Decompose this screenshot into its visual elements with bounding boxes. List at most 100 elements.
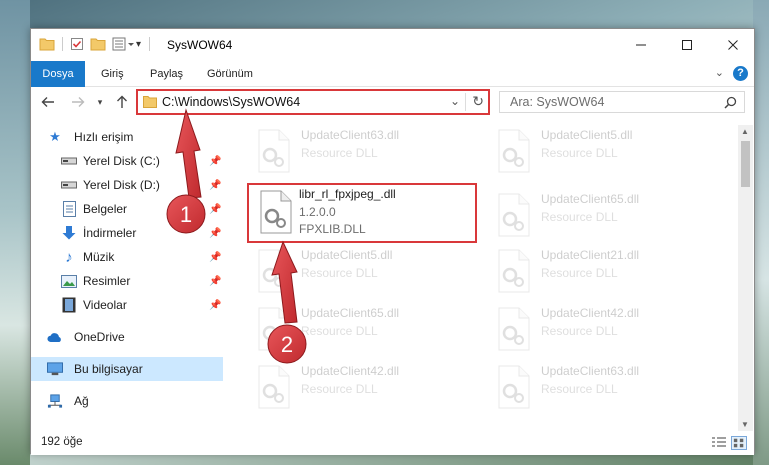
scroll-down-icon[interactable]: ▼ — [741, 420, 749, 429]
dll-file-icon — [498, 249, 530, 293]
pin-icon[interactable]: 📌 — [209, 300, 221, 311]
scrollbar-thumb[interactable] — [741, 141, 750, 187]
sidebar-item-label: Yerel Disk (C:) — [83, 154, 160, 168]
tiles-view-icon[interactable] — [731, 436, 747, 450]
search-box[interactable]: Ara: SysWOW64 — [499, 91, 745, 113]
sidebar-item-network[interactable]: Ağ — [31, 389, 223, 413]
details-view-icon[interactable] — [711, 436, 727, 450]
vertical-scrollbar[interactable]: ▲ ▼ — [738, 125, 753, 431]
forward-button[interactable] — [67, 91, 89, 113]
file-description: Resource DLL — [301, 382, 378, 396]
pin-icon[interactable]: 📌 — [209, 228, 221, 239]
file-description: Resource DLL — [541, 382, 618, 396]
arrow-right-icon — [72, 97, 85, 107]
close-button[interactable] — [710, 29, 756, 61]
desktop-background-right — [753, 0, 769, 465]
file-tile[interactable]: UpdateClient65.dll Resource DLL — [489, 189, 719, 249]
quick-access-dropdown-icon[interactable]: ▾ — [136, 39, 141, 50]
drive-icon — [61, 153, 77, 169]
back-button[interactable] — [37, 91, 59, 113]
sidebar-item-label: Bu bilgisayar — [74, 362, 143, 376]
file-description: Resource DLL — [301, 324, 378, 338]
address-path: C:\Windows\SysWOW64 — [162, 95, 301, 109]
navigation-pane: ★ Hızlı erişim Yerel Disk (C:) 📌 Yerel D… — [31, 125, 223, 425]
dll-file-icon — [258, 249, 290, 293]
properties-icon[interactable] — [70, 37, 84, 51]
pin-icon[interactable]: 📌 — [209, 156, 221, 167]
file-description: Resource DLL — [541, 266, 618, 280]
sidebar-item-label: Resimler — [83, 274, 131, 288]
help-icon[interactable]: ? — [733, 66, 748, 81]
file-name: UpdateClient21.dll — [541, 248, 640, 262]
sidebar-item-quick-access[interactable]: ★ Hızlı erişim — [31, 125, 223, 149]
file-tile-target-dll[interactable]: libr_rl_fpxjpeg_.dll 1.2.0.0 FPXLIB.DLL — [247, 183, 477, 243]
file-tile[interactable]: UpdateClient63.dll Resource DLL — [249, 125, 479, 185]
window-title: SysWOW64 — [167, 38, 233, 52]
scroll-up-icon[interactable]: ▲ — [741, 127, 749, 136]
sidebar-item-documents[interactable]: Belgeler 📌 — [31, 197, 223, 221]
file-tile[interactable]: UpdateClient21.dll Resource DLL — [489, 245, 719, 305]
pin-icon[interactable]: 📌 — [209, 204, 221, 215]
close-icon — [728, 40, 738, 50]
file-tile[interactable]: UpdateClient42.dll Resource DLL — [249, 361, 479, 421]
minimize-button[interactable] — [618, 29, 664, 61]
download-icon — [61, 225, 77, 241]
file-description: Resource DLL — [541, 146, 618, 160]
pictures-icon — [61, 273, 77, 289]
sidebar-item-label: Müzik — [83, 250, 115, 264]
file-description: FPXLIB.DLL — [299, 222, 366, 236]
search-icon[interactable] — [724, 96, 737, 109]
sidebar-item-this-pc[interactable]: Bu bilgisayar — [31, 357, 223, 381]
new-folder-icon[interactable] — [90, 37, 106, 51]
sidebar-item-pictures[interactable]: Resimler 📌 — [31, 269, 223, 293]
file-tile[interactable]: UpdateClient63.dll Resource DLL — [489, 361, 719, 421]
address-bar[interactable]: C:\Windows\SysWOW64 ⌄ ↻ — [136, 89, 490, 115]
pin-icon[interactable]: 📌 — [209, 252, 221, 263]
dll-file-icon — [258, 129, 290, 173]
expand-ribbon-icon[interactable]: ⌄ — [715, 66, 724, 79]
sidebar-item-label: İndirmeler — [83, 226, 137, 240]
network-icon — [47, 393, 63, 409]
explorer-window: ▾ SysWOW64 Dosya Giriş Paylaş Görünüm ⌄ … — [30, 28, 755, 455]
chevron-down-icon: ▾ — [97, 96, 103, 107]
pin-icon[interactable]: 📌 — [209, 276, 221, 287]
file-tile[interactable]: UpdateClient42.dll Resource DLL — [489, 303, 719, 363]
navigation-bar: ▾ C:\Windows\SysWOW64 ⌄ ↻ Ara: SysWOW64 — [31, 87, 754, 117]
refresh-icon[interactable]: ↻ — [472, 93, 484, 110]
dll-file-icon — [498, 193, 530, 237]
minimize-icon — [636, 44, 646, 46]
cloud-icon — [47, 329, 63, 345]
maximize-button[interactable] — [664, 29, 710, 61]
sidebar-item-label: OneDrive — [74, 330, 125, 344]
search-placeholder: Ara: SysWOW64 — [510, 95, 605, 109]
file-tile[interactable]: UpdateClient5.dll Resource DLL — [489, 125, 719, 185]
sidebar-item-downloads[interactable]: İndirmeler 📌 — [31, 221, 223, 245]
tab-share[interactable]: Paylaş — [150, 61, 183, 87]
sidebar-item-local-disk-d[interactable]: Yerel Disk (D:) 📌 — [31, 173, 223, 197]
title-bar: ▾ SysWOW64 — [31, 29, 754, 61]
quick-access-toolbar: ▾ — [39, 37, 158, 51]
file-name: libr_rl_fpxjpeg_.dll — [299, 187, 396, 201]
sidebar-item-onedrive[interactable]: OneDrive — [31, 325, 223, 349]
ribbon-tabs: Dosya Giriş Paylaş Görünüm ⌄ ? — [31, 61, 754, 87]
folder-icon[interactable] — [39, 37, 55, 51]
customize-toolbar-icon[interactable] — [112, 37, 134, 51]
tab-file[interactable]: Dosya — [31, 61, 85, 87]
dll-file-icon — [498, 129, 530, 173]
sidebar-item-label: Yerel Disk (D:) — [83, 178, 160, 192]
file-description: Resource DLL — [301, 146, 378, 160]
tab-home[interactable]: Giriş — [101, 61, 124, 87]
file-tile[interactable]: UpdateClient65.dll Resource DLL — [249, 303, 479, 363]
up-button[interactable] — [111, 91, 133, 113]
drive-icon — [61, 177, 77, 193]
sidebar-item-music[interactable]: ♪ Müzik 📌 — [31, 245, 223, 269]
tab-view[interactable]: Görünüm — [207, 61, 253, 87]
recent-locations-button[interactable]: ▾ — [93, 91, 107, 113]
address-dropdown-icon[interactable]: ⌄ — [450, 94, 460, 108]
folder-icon — [143, 96, 157, 108]
sidebar-item-videos[interactable]: Videolar 📌 — [31, 293, 223, 317]
pin-icon[interactable]: 📌 — [209, 180, 221, 191]
sidebar-item-local-disk-c[interactable]: Yerel Disk (C:) 📌 — [31, 149, 223, 173]
file-tile[interactable]: UpdateClient5.dll Resource DLL — [249, 245, 479, 305]
music-icon: ♪ — [65, 248, 73, 266]
